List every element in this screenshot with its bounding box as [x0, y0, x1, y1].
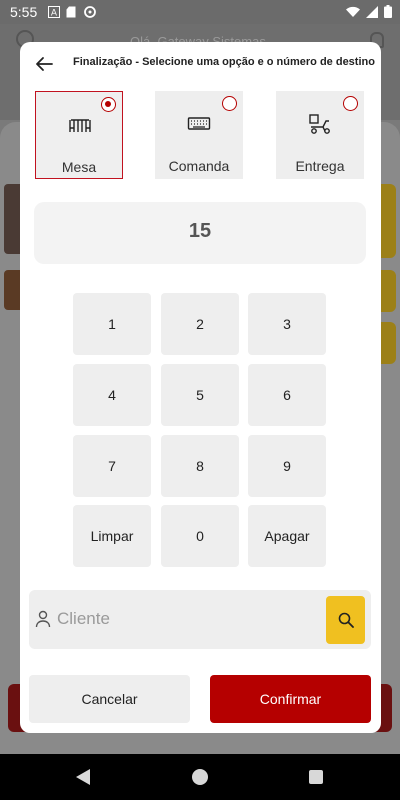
display-value: 15	[188, 220, 212, 242]
radio-button[interactable]	[222, 96, 237, 111]
key-delete[interactable]: Apagar	[248, 505, 326, 567]
key-2[interactable]: 2	[161, 293, 239, 355]
search-icon	[338, 612, 354, 628]
confirm-button[interactable]: Confirmar	[210, 675, 371, 723]
nav-home-icon[interactable]	[192, 769, 208, 785]
key-9[interactable]: 9	[248, 435, 326, 497]
sd-card-icon	[66, 5, 78, 18]
key-clear[interactable]: Limpar	[73, 505, 151, 567]
battery-icon	[384, 5, 392, 21]
client-search-bar	[29, 590, 371, 649]
nav-back-icon[interactable]	[76, 769, 90, 785]
key-3[interactable]: 3	[248, 293, 326, 355]
status-notification-icons: A	[48, 5, 96, 19]
delivery-scooter-icon	[308, 113, 332, 135]
client-input[interactable]	[57, 604, 317, 634]
back-arrow-icon[interactable]	[32, 52, 56, 76]
option-label: Mesa	[61, 159, 97, 175]
key-6[interactable]: 6	[248, 364, 326, 426]
status-system-icons	[346, 5, 392, 21]
key-4[interactable]: 4	[73, 364, 151, 426]
status-bar: 5:55 A	[0, 0, 400, 24]
search-button[interactable]	[326, 596, 365, 644]
key-0[interactable]: 0	[161, 505, 239, 567]
option-label: Comanda	[168, 158, 230, 174]
finalization-dialog: Finalização - Selecione uma opção e o nú…	[20, 42, 381, 733]
radio-button[interactable]	[101, 97, 116, 112]
number-display: 15	[34, 202, 366, 264]
dialog-title: Finalização - Selecione uma opção e o nú…	[73, 56, 375, 68]
wifi-icon	[346, 5, 360, 21]
option-label: Entrega	[295, 158, 345, 174]
navigation-bar	[0, 754, 400, 800]
radio-button[interactable]	[343, 96, 358, 111]
svg-text:A: A	[51, 9, 58, 19]
sync-icon	[84, 5, 96, 18]
option-mesa[interactable]: Mesa	[35, 91, 123, 179]
option-entrega[interactable]: Entrega	[276, 91, 364, 179]
key-5[interactable]: 5	[161, 364, 239, 426]
key-7[interactable]: 7	[73, 435, 151, 497]
nav-recents-icon[interactable]	[309, 770, 323, 784]
key-8[interactable]: 8	[161, 435, 239, 497]
status-time: 5:55	[10, 4, 38, 20]
option-comanda[interactable]: Comanda	[155, 91, 243, 179]
a-icon: A	[48, 5, 60, 19]
keyboard-icon	[187, 113, 211, 135]
signal-icon	[366, 5, 378, 21]
cancel-button[interactable]: Cancelar	[29, 675, 190, 723]
key-1[interactable]: 1	[73, 293, 151, 355]
table-icon	[68, 114, 92, 136]
person-icon	[35, 610, 51, 628]
